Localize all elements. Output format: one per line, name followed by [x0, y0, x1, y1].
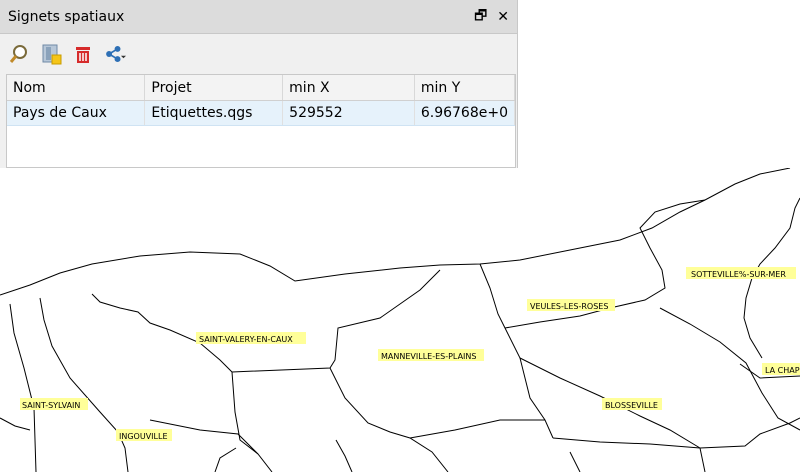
map-canvas[interactable]: SOTTEVILLE%-SUR-MER VEULES-LES-ROSES SAI… — [0, 167, 800, 473]
column-header-projet[interactable]: Projet — [144, 75, 284, 101]
map-label-saint-valery: SAINT-VALERY-EN-CAUX — [196, 332, 306, 344]
svg-text:LA CHAP: LA CHAP — [765, 366, 800, 375]
delete-bookmark-icon[interactable] — [72, 43, 94, 65]
map-label-sotteville: SOTTEVILLE%-SUR-MER — [686, 267, 796, 279]
map-label-manneville: MANNEVILLE-ES-PLAINS — [378, 349, 484, 361]
panel-title: Signets spatiaux — [8, 8, 125, 25]
map-label-ingouville: INGOUVILLE — [116, 429, 172, 441]
restore-icon[interactable]: 🗗 — [474, 5, 487, 29]
svg-text:SAINT-SYLVAIN: SAINT-SYLVAIN — [22, 401, 80, 410]
table-header-row: Nom Projet min X min Y — [7, 75, 515, 101]
column-header-min-x[interactable]: min X — [282, 75, 415, 101]
svg-text:SOTTEVILLE%-SUR-MER: SOTTEVILLE%-SUR-MER — [691, 270, 786, 279]
panel-titlebar[interactable]: Signets spatiaux 🗗 ✕ — [0, 0, 517, 34]
svg-text:INGOUVILLE: INGOUVILLE — [119, 432, 168, 441]
column-header-nom[interactable]: Nom — [7, 75, 146, 101]
svg-text:BLOSSEVILLE: BLOSSEVILLE — [605, 401, 658, 410]
cell-projet[interactable]: Etiquettes.qgs — [144, 100, 284, 126]
column-header-min-y[interactable]: min Y — [414, 75, 515, 101]
cell-min-y[interactable]: 6.96768e+0 — [414, 100, 515, 126]
map-label-saint-sylvain: SAINT-SYLVAIN — [20, 398, 88, 410]
svg-text:MANNEVILLE-ES-PLAINS: MANNEVILLE-ES-PLAINS — [381, 352, 476, 361]
table-row[interactable]: Pays de Caux Etiquettes.qgs 529552 6.967… — [7, 100, 515, 126]
new-bookmark-icon[interactable] — [40, 43, 62, 65]
bookmarks-table: Nom Projet min X min Y Pays de Caux Etiq… — [6, 74, 516, 168]
share-icon[interactable] — [104, 43, 126, 65]
map-label-veules: VEULES-LES-ROSES — [527, 299, 615, 311]
map-label-blosseville: BLOSSEVILLE — [602, 398, 662, 410]
zoom-to-bookmark-icon[interactable] — [8, 43, 30, 65]
cell-nom[interactable]: Pays de Caux — [7, 100, 146, 126]
close-icon[interactable]: ✕ — [497, 9, 509, 25]
cell-min-x[interactable]: 529552 — [282, 100, 415, 126]
map-svg: SOTTEVILLE%-SUR-MER VEULES-LES-ROSES SAI… — [0, 167, 800, 473]
svg-text:VEULES-LES-ROSES: VEULES-LES-ROSES — [530, 302, 608, 311]
panel-toolbar — [0, 34, 517, 74]
spatial-bookmarks-panel: Signets spatiaux 🗗 ✕ Nom Projet min X mi… — [0, 0, 518, 168]
svg-text:SAINT-VALERY-EN-CAUX: SAINT-VALERY-EN-CAUX — [199, 335, 293, 344]
map-label-la-chap: LA CHAP — [762, 363, 800, 375]
